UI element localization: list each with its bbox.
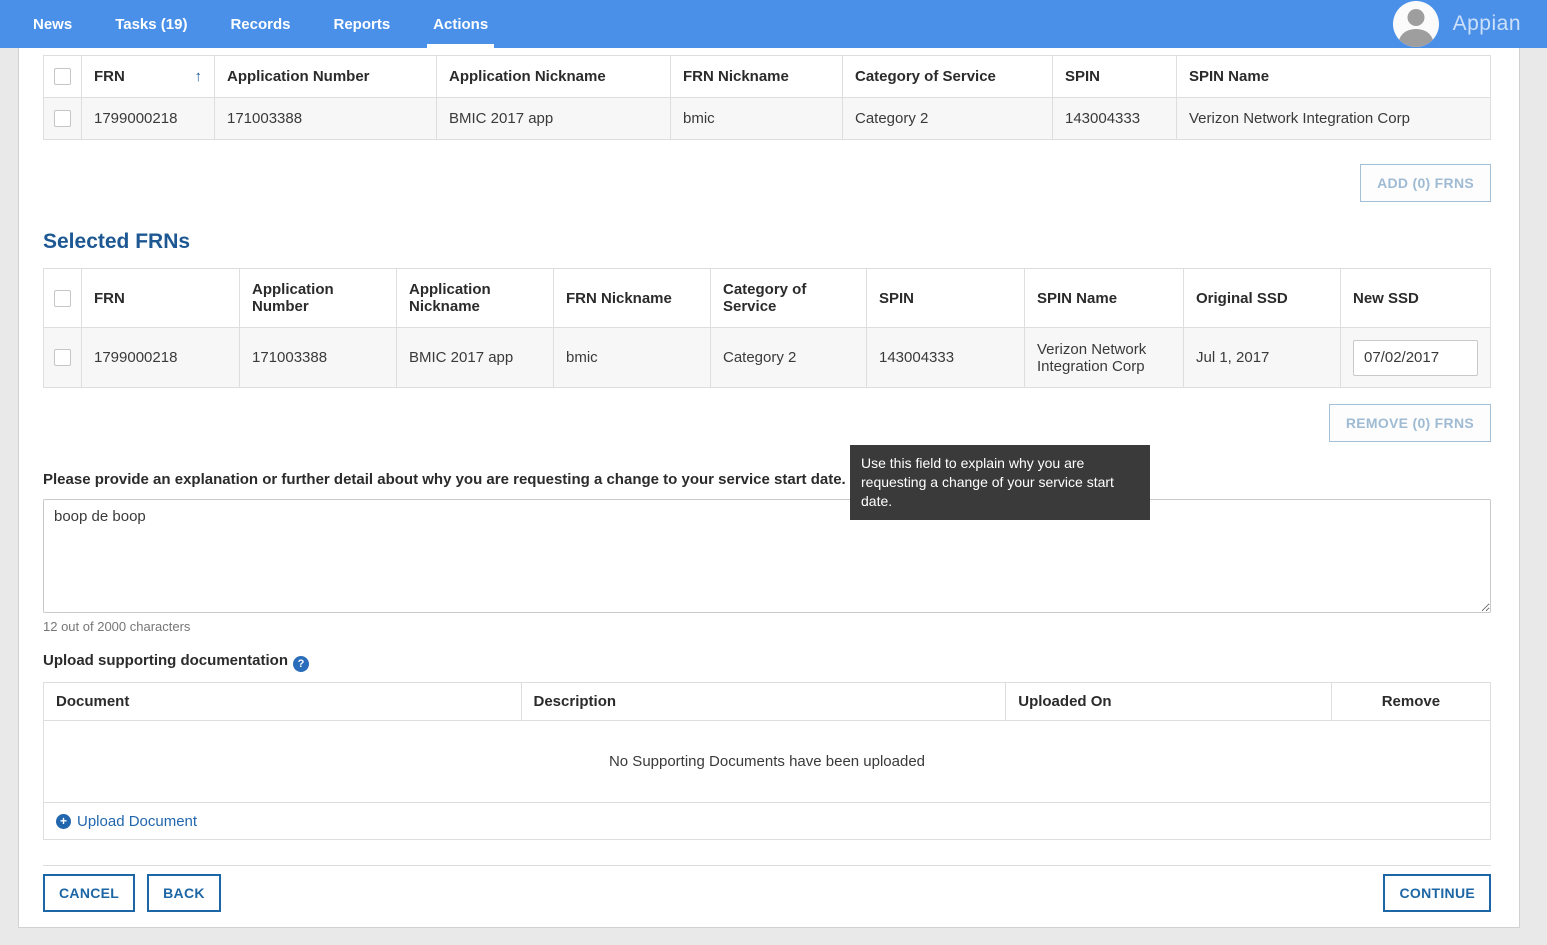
cell-original-ssd: Jul 1, 2017 (1184, 328, 1341, 388)
column-header-spin[interactable]: SPIN (1053, 56, 1177, 98)
column-header-remove: Remove (1331, 683, 1490, 721)
column-header-original-ssd[interactable]: Original SSD (1184, 269, 1341, 328)
explanation-label: Please provide an explanation or further… (43, 471, 846, 488)
cell-frn-nickname: bmic (671, 98, 843, 140)
cell-application-nickname: BMIC 2017 app (397, 328, 554, 388)
column-header-frn[interactable]: FRN (82, 269, 240, 328)
column-header-frn-nickname[interactable]: FRN Nickname (554, 269, 711, 328)
help-tooltip: Use this field to explain why you are re… (850, 445, 1150, 520)
upload-label: Upload supporting documentation (43, 652, 288, 669)
documents-table: Document Description Uploaded On Remove … (43, 682, 1491, 840)
column-header-uploaded-on: Uploaded On (1006, 683, 1332, 721)
cell-spin-name: Verizon Network Integration Corp (1025, 328, 1184, 388)
nav-items: News Tasks (19) Records Reports Actions (27, 0, 525, 48)
column-header-category[interactable]: Category of Service (711, 269, 867, 328)
upload-link-label: Upload Document (77, 813, 197, 830)
upload-label-row: Upload supporting documentation? (43, 652, 1491, 672)
row-checkbox[interactable] (54, 349, 71, 366)
explanation-textarea[interactable]: boop de boop (43, 499, 1491, 613)
select-all-checkbox[interactable] (54, 68, 71, 85)
footer-actions: CANCEL BACK CONTINUE (43, 874, 1491, 912)
table-row: 1799000218 171003388 BMIC 2017 app bmic … (44, 328, 1491, 388)
column-header-application-nickname[interactable]: Application Nickname (437, 56, 671, 98)
explanation-label-row: Please provide an explanation or further… (43, 471, 1491, 491)
nav-item-actions[interactable]: Actions (427, 0, 494, 48)
table-row: 1799000218 171003388 BMIC 2017 app bmic … (44, 98, 1491, 140)
column-header-new-ssd[interactable]: New SSD (1341, 269, 1491, 328)
user-avatar-icon[interactable] (1393, 1, 1439, 47)
main-content: FRN ↑ Application Number Application Nick… (18, 48, 1520, 928)
column-header-frn-nickname[interactable]: FRN Nickname (671, 56, 843, 98)
cell-application-nickname: BMIC 2017 app (437, 98, 671, 140)
cell-category: Category 2 (711, 328, 867, 388)
nav-item-news[interactable]: News (27, 0, 78, 48)
row-checkbox[interactable] (54, 110, 71, 127)
cell-frn: 1799000218 (82, 328, 240, 388)
continue-button[interactable]: CONTINUE (1383, 874, 1491, 912)
column-header-spin-name[interactable]: SPIN Name (1177, 56, 1491, 98)
empty-row: No Supporting Documents have been upload… (44, 721, 1491, 803)
top-navbar: News Tasks (19) Records Reports Actions … (0, 0, 1547, 48)
selected-frns-heading: Selected FRNs (43, 230, 1491, 254)
cell-spin-name: Verizon Network Integration Corp (1177, 98, 1491, 140)
plus-icon: + (56, 814, 71, 829)
selected-frns-table: FRN Application Number Application Nickn… (43, 268, 1491, 388)
cell-spin: 143004333 (1053, 98, 1177, 140)
upload-document-link[interactable]: + Upload Document (56, 813, 197, 830)
column-header-application-nickname[interactable]: Application Nickname (397, 269, 554, 328)
character-count: 12 out of 2000 characters (43, 619, 1491, 634)
cell-application-number: 171003388 (215, 98, 437, 140)
nav-item-tasks[interactable]: Tasks (19) (109, 0, 193, 48)
available-frns-table: FRN ↑ Application Number Application Nick… (43, 55, 1491, 140)
column-header-spin[interactable]: SPIN (867, 269, 1025, 328)
cell-category: Category 2 (843, 98, 1053, 140)
column-header-application-number[interactable]: Application Number (215, 56, 437, 98)
add-frns-button[interactable]: ADD (0) FRNS (1360, 164, 1491, 202)
cell-spin: 143004333 (867, 328, 1025, 388)
row-select-cell (44, 98, 82, 140)
nav-right: Appian (1393, 0, 1547, 48)
cell-application-number: 171003388 (240, 328, 397, 388)
column-header-spin-name[interactable]: SPIN Name (1025, 269, 1184, 328)
nav-item-records[interactable]: Records (224, 0, 296, 48)
remove-frns-button[interactable]: REMOVE (0) FRNS (1329, 404, 1491, 442)
column-header-description: Description (521, 683, 1006, 721)
column-header-category[interactable]: Category of Service (843, 56, 1053, 98)
help-icon[interactable]: ? (293, 656, 309, 672)
column-header-application-number[interactable]: Application Number (240, 269, 397, 328)
row-select-cell (44, 328, 82, 388)
upload-row: + Upload Document (44, 803, 1491, 840)
cell-frn-nickname: bmic (554, 328, 711, 388)
no-documents-message: No Supporting Documents have been upload… (44, 721, 1491, 803)
column-header-frn[interactable]: FRN ↑ (82, 56, 215, 98)
select-all-cell (44, 56, 82, 98)
cancel-button[interactable]: CANCEL (43, 874, 135, 912)
table-header-row: FRN ↑ Application Number Application Nick… (44, 56, 1491, 98)
appian-logo: Appian (1453, 12, 1521, 36)
back-button[interactable]: BACK (147, 874, 221, 912)
footer-divider (43, 865, 1491, 866)
select-all-cell (44, 269, 82, 328)
column-header-document: Document (44, 683, 522, 721)
upload-cell: + Upload Document (44, 803, 1491, 840)
select-all-checkbox[interactable] (54, 290, 71, 307)
column-label: FRN (94, 68, 125, 85)
sort-asc-icon: ↑ (195, 68, 203, 85)
cell-new-ssd (1341, 328, 1491, 388)
table-header-row: Document Description Uploaded On Remove (44, 683, 1491, 721)
new-ssd-input[interactable] (1353, 340, 1478, 376)
cell-frn: 1799000218 (82, 98, 215, 140)
nav-item-reports[interactable]: Reports (327, 0, 396, 48)
table-header-row: FRN Application Number Application Nickn… (44, 269, 1491, 328)
